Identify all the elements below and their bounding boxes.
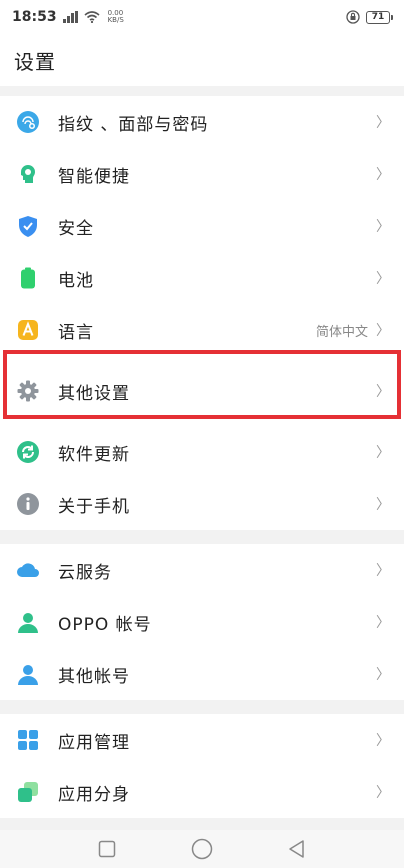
settings-group-apps: 应用管理 〉 应用分身 〉 — [0, 714, 404, 818]
fingerprint-face-icon — [16, 110, 40, 134]
navigation-bar — [0, 830, 404, 868]
shield-check-icon — [16, 214, 40, 238]
row-oppo-account[interactable]: OPPO 帐号 〉 — [0, 596, 404, 648]
status-time: 18:53 — [12, 9, 57, 25]
chevron-right-icon: 〉 — [376, 167, 390, 183]
smart-head-icon — [16, 162, 40, 186]
cloud-icon — [16, 558, 40, 582]
signal-icon — [62, 11, 78, 23]
row-app-management[interactable]: 应用管理 〉 — [0, 714, 404, 766]
battery-icon — [16, 266, 40, 290]
settings-group-accounts: 云服务 〉 OPPO 帐号 〉 其他帐号 〉 — [0, 544, 404, 700]
chevron-right-icon: 〉 — [376, 785, 390, 801]
chevron-right-icon: 〉 — [376, 219, 390, 235]
row-label: 应用分身 — [58, 784, 130, 805]
chevron-right-icon: 〉 — [376, 323, 390, 339]
language-a-icon — [16, 318, 40, 342]
row-other-accounts[interactable]: 其他帐号 〉 — [0, 648, 404, 700]
row-language[interactable]: 语言 简体中文 〉 — [0, 304, 404, 356]
row-smart-convenience[interactable]: 智能便捷 〉 — [0, 148, 404, 200]
recent-apps-button[interactable] — [95, 837, 119, 861]
row-label: 安全 — [58, 218, 94, 239]
row-label: 关于手机 — [58, 496, 130, 517]
app-grid-icon — [16, 728, 40, 752]
net-speed: 0.00 KB/S — [108, 10, 124, 24]
row-label: 电池 — [58, 270, 94, 291]
settings-group-system: 指纹 、面部与密码 〉 智能便捷 〉 安全 〉 电池 〉 语言 简体中文 〉 其… — [0, 96, 404, 530]
square-icon — [99, 840, 116, 858]
chevron-right-icon: 〉 — [376, 271, 390, 287]
back-triangle-icon — [288, 840, 304, 858]
row-label: 智能便捷 — [58, 166, 130, 187]
gear-icon — [16, 379, 40, 403]
account-icon — [16, 610, 40, 634]
row-security[interactable]: 安全 〉 — [0, 200, 404, 252]
other-account-icon — [16, 662, 40, 686]
row-cloud-service[interactable]: 云服务 〉 — [0, 544, 404, 596]
page-title: 设置 — [14, 49, 56, 74]
row-label: 云服务 — [58, 562, 112, 583]
back-button[interactable] — [285, 837, 309, 861]
row-label: 应用管理 — [58, 732, 130, 753]
wifi-icon — [84, 11, 100, 23]
chevron-right-icon: 〉 — [376, 563, 390, 579]
row-fingerprint-face-password[interactable]: 指纹 、面部与密码 〉 — [0, 96, 404, 148]
row-label: 其他设置 — [58, 383, 130, 404]
row-label: 其他帐号 — [58, 666, 130, 687]
circle-icon — [191, 838, 213, 860]
title-bar: 设置 — [0, 34, 404, 86]
chevron-right-icon: 〉 — [376, 667, 390, 683]
battery-indicator: 71 — [366, 10, 393, 24]
update-icon — [16, 440, 40, 464]
chevron-right-icon: 〉 — [376, 115, 390, 131]
row-battery[interactable]: 电池 〉 — [0, 252, 404, 304]
chevron-right-icon: 〉 — [376, 497, 390, 513]
home-button[interactable] — [190, 837, 214, 861]
row-label: 语言 — [58, 322, 94, 343]
row-label: OPPO 帐号 — [58, 614, 152, 635]
chevron-right-icon: 〉 — [376, 615, 390, 631]
row-label: 软件更新 — [58, 444, 130, 465]
row-other-settings[interactable]: 其他设置 〉 — [0, 356, 404, 426]
status-bar: 18:53 0.00 KB/S 71 — [0, 0, 404, 34]
language-value: 简体中文 — [315, 324, 368, 340]
chevron-right-icon: 〉 — [376, 384, 390, 400]
rotation-lock-icon — [346, 10, 360, 24]
row-about-phone[interactable]: 关于手机 〉 — [0, 478, 404, 530]
chevron-right-icon: 〉 — [376, 445, 390, 461]
chevron-right-icon: 〉 — [376, 733, 390, 749]
row-software-update[interactable]: 软件更新 〉 — [0, 426, 404, 478]
row-app-clone[interactable]: 应用分身 〉 — [0, 766, 404, 818]
row-label: 指纹 、面部与密码 — [58, 114, 209, 135]
info-icon — [16, 492, 40, 516]
app-clone-icon — [16, 780, 40, 804]
net-speed-unit: KB/S — [107, 16, 124, 24]
